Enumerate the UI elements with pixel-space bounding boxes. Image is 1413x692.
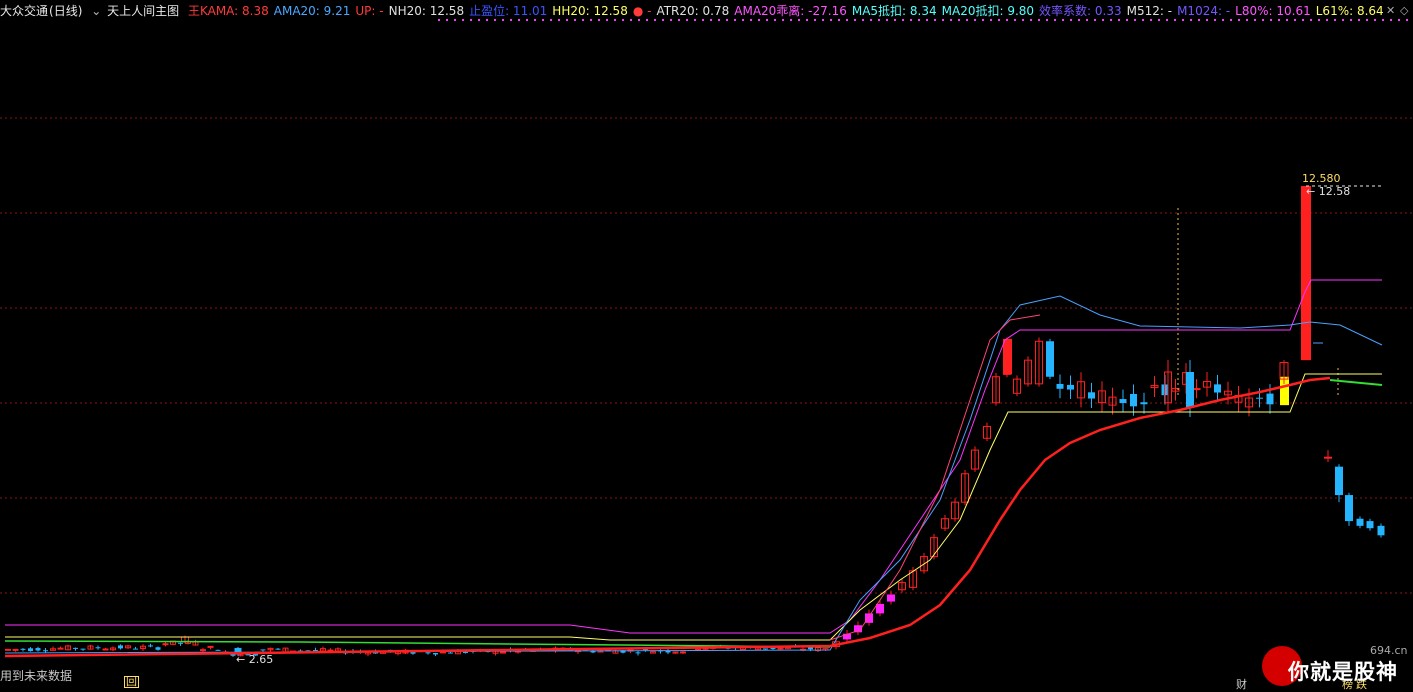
candle — [133, 648, 138, 650]
candle — [1356, 518, 1364, 526]
candle — [178, 642, 183, 644]
big-up-candle — [1003, 338, 1012, 375]
candle — [80, 648, 86, 650]
candle — [102, 648, 109, 651]
candle — [12, 648, 19, 651]
limit-up-candle — [1301, 186, 1311, 361]
candle — [207, 645, 214, 648]
watermark-text: 你就是股神 — [1288, 660, 1398, 684]
candle — [1345, 495, 1353, 522]
candle — [1046, 341, 1054, 377]
candle — [1056, 383, 1064, 389]
candle — [1192, 388, 1201, 391]
candle — [1119, 399, 1127, 403]
candle — [635, 652, 641, 654]
candle — [680, 651, 686, 654]
highlight-candle — [876, 603, 884, 614]
candle — [463, 651, 468, 654]
highlight-candle — [887, 594, 895, 602]
candle — [500, 651, 506, 654]
marker-hui[interactable]: 回 — [124, 676, 139, 688]
candle — [440, 651, 446, 654]
price-chart[interactable]: 12.580← 12.58 ← 2.65 — [0, 0, 1413, 688]
candle — [1130, 393, 1137, 407]
candle — [5, 648, 11, 651]
candle — [1214, 384, 1221, 393]
candle — [1366, 521, 1374, 529]
ma-yellow-line — [5, 373, 1382, 641]
candle — [1256, 397, 1263, 399]
candle — [275, 648, 281, 650]
candle — [1088, 392, 1095, 399]
candle — [433, 652, 438, 655]
candle — [1324, 456, 1332, 459]
candle — [57, 647, 64, 650]
ma-magenta-line — [5, 279, 1382, 634]
candle — [1266, 393, 1274, 405]
candle — [425, 652, 431, 654]
candle — [43, 650, 48, 652]
marker-cai[interactable]: 财 — [1236, 676, 1247, 692]
ama20-line — [4, 295, 1383, 654]
candle — [155, 647, 161, 650]
candle — [162, 643, 169, 646]
candle — [260, 649, 266, 651]
candle — [1067, 384, 1074, 390]
candle — [200, 649, 206, 652]
candle — [95, 647, 101, 649]
candle — [448, 652, 453, 654]
candle — [35, 648, 41, 651]
candle — [148, 645, 153, 647]
candle — [118, 645, 123, 649]
candle — [1377, 525, 1385, 536]
price-high-label: 12.580 — [1302, 172, 1341, 185]
candle — [73, 647, 78, 649]
candle — [20, 648, 26, 650]
watermark: 694.cn 你就是股神 — [1262, 640, 1412, 688]
candle — [777, 647, 784, 650]
candle — [763, 648, 768, 650]
candle — [215, 649, 221, 651]
candle — [313, 649, 318, 651]
candle — [1140, 402, 1148, 405]
price-low-tag: ← 2.65 — [236, 653, 273, 666]
future-data-warning: 用到未来数据 — [0, 669, 73, 683]
kama-line — [4, 376, 1331, 658]
candle — [1186, 372, 1194, 408]
price-high-tag: ← 12.58 — [1306, 185, 1350, 198]
candle — [28, 648, 33, 652]
candle — [1335, 466, 1343, 496]
